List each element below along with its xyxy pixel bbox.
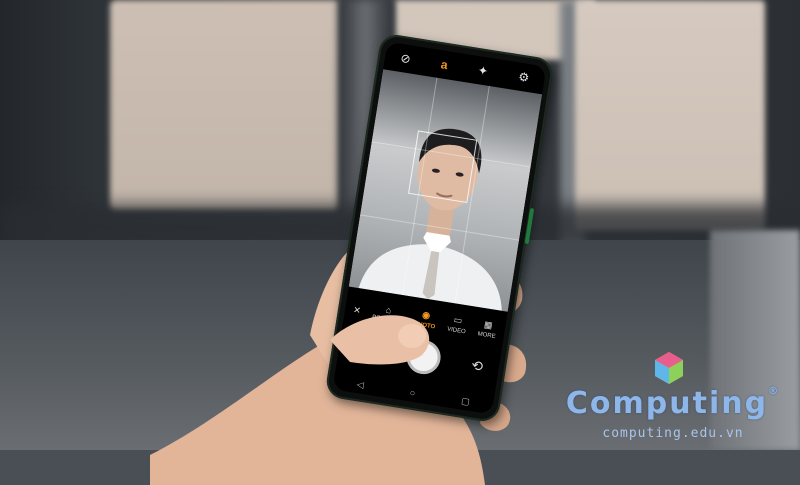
home-icon[interactable]: ○ — [409, 387, 416, 398]
watermark: Computing® computing.edu.vn — [553, 350, 793, 445]
ai-beauty-icon[interactable]: a — [440, 57, 449, 72]
mode-tab-more[interactable]: ▦ MORE — [477, 318, 498, 340]
back-icon[interactable]: ◁ — [356, 379, 364, 391]
switch-camera-icon[interactable]: ⟲ — [470, 356, 484, 375]
recents-icon[interactable]: ▢ — [461, 395, 471, 407]
settings-icon[interactable]: ⚙ — [517, 70, 530, 86]
flash-off-icon[interactable]: ⊘ — [399, 51, 411, 66]
wall-panel-right — [575, 0, 765, 230]
thumb-tip — [330, 315, 430, 365]
mode-label: MORE — [477, 331, 496, 341]
camera-viewfinder[interactable] — [348, 69, 543, 312]
more-icon: ▦ — [483, 319, 494, 331]
computing-logo-icon — [655, 352, 683, 384]
registered-mark: ® — [768, 386, 781, 397]
watermark-brand: Computing® — [553, 386, 793, 421]
brand-text: Computing — [565, 386, 769, 421]
watermark-domain: computing.edu.vn — [602, 426, 744, 441]
mode-tab-video[interactable]: ▭ VIDEO — [446, 314, 468, 336]
wall-panel-left — [110, 0, 340, 210]
face-detection-frame — [407, 130, 478, 204]
mode-label: VIDEO — [446, 326, 467, 336]
filter-icon[interactable]: ✦ — [477, 63, 489, 78]
video-icon: ▭ — [453, 314, 464, 326]
